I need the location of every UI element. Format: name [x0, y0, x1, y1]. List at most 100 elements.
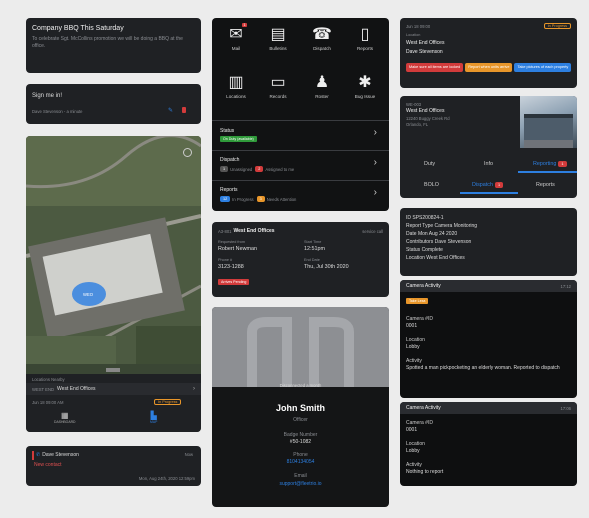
site-card: WE-003 West End Offices 12240 Buggy Cree… [400, 96, 577, 198]
map-card[interactable]: WEO Locations Nearby WEST END West End O… [26, 136, 201, 432]
shift-card[interactable]: Jun 18 09:00 In Progress Location West E… [400, 18, 577, 88]
visit-card[interactable]: A3-801 West End Offices service call Req… [212, 222, 389, 297]
visit-service-call: service call [362, 229, 383, 234]
nav-dashboard[interactable]: ▦ DASHBOARD [54, 411, 75, 425]
report-status: Status Complete [406, 247, 443, 253]
dispatch-title: Dispatch [220, 157, 240, 163]
tab-info[interactable]: Info [484, 161, 493, 167]
menu-bug-issue[interactable]: ✱ Bug Issue [345, 74, 385, 99]
menu-roster[interactable]: ♟ Roster [302, 74, 342, 99]
shift-tag: Make sure all items are locked [406, 63, 464, 72]
locations-nearby-label: Locations Nearby [32, 377, 65, 382]
shift-location: West End Offices [406, 40, 445, 46]
signin-card[interactable]: Sign me in! Dave Stevenson - a minute ✎ [26, 84, 201, 124]
activity-card[interactable]: Camera Activity 17:06 Camera #ID 0001 Lo… [400, 402, 577, 486]
activity-location: Lobby [406, 344, 420, 350]
dispatch-icon: ☎ [312, 26, 332, 43]
message-sender: Dave Stevenson [42, 452, 79, 458]
location-row[interactable]: WEST END West End Offices › [26, 383, 201, 395]
message-time: Now [184, 452, 193, 457]
chevron-right-icon: › [193, 386, 195, 392]
tab-reports[interactable]: Reports [536, 182, 555, 188]
announcement-card[interactable]: Company BBQ This Saturday To celebrate S… [26, 18, 201, 73]
dispatch-row[interactable]: Dispatch 1 Unassigned 2 Assigned to me › [212, 150, 389, 180]
message-card[interactable]: ✆ Dave Stevenson Now New contact Mon, Au… [26, 446, 201, 486]
shift-status-badge: In Progress [154, 399, 182, 405]
records-icon: ▭ [270, 74, 286, 91]
grid-icon: ▦ [60, 411, 69, 420]
roster-icon: ♟ [314, 74, 330, 91]
signin-cancel-icon[interactable] [182, 107, 186, 113]
compass-icon[interactable] [183, 148, 192, 157]
main-menu-card: ✉ 1 Mail ▤ Bulletins ☎ Dispatch ▯ Report… [212, 18, 389, 211]
mail-badge: 1 [242, 23, 248, 27]
signin-action-icon[interactable]: ✎ [168, 107, 173, 114]
activity-camera: 0001 [406, 323, 418, 329]
dispatch-badge: 1 [494, 182, 504, 188]
nav-map[interactable]: ▙ MAP [150, 412, 157, 425]
shift-officer: Dave Stevenson [406, 49, 443, 55]
dispatch-assigned-count: 2 [255, 166, 264, 172]
chevron-right-icon: › [373, 187, 377, 198]
announcement-body: To celebrate Sgt. McCollins promotion we… [32, 36, 183, 49]
shift-tag: Take pictures of each property [514, 63, 572, 72]
activity-title: Camera Activity [406, 405, 441, 411]
location-name: West End Offices [57, 386, 96, 392]
activity-description: Nothing to report [406, 469, 444, 475]
chevron-right-icon: › [373, 127, 377, 138]
shift-status-badge: In Progress [543, 23, 571, 29]
activity-description: Spotted a man pickpocketing an elderly w… [406, 365, 560, 371]
visit-start-time: 12:51pm [304, 246, 325, 252]
activity-card[interactable]: Camera Activity 17:12 Take Lexa Camera #… [400, 280, 577, 398]
message-date: Mon, Aug 24th, 2020 12:59pm [138, 476, 195, 481]
status-row[interactable]: Status On Duty (available) › [212, 120, 389, 150]
tab-bolo[interactable]: BOLO [424, 182, 439, 188]
shift-time: Jun 18 09:00 AM [32, 400, 64, 405]
visit-status-badge: Arrives Pending [218, 279, 250, 285]
activity-time: 17:06 [560, 406, 571, 411]
menu-records[interactable]: ▭ Records [258, 74, 298, 99]
site-photo [520, 96, 577, 148]
chevron-right-icon: › [373, 157, 377, 168]
activity-tag: Take Lexa [406, 298, 429, 304]
signin-title: Sign me in! [32, 93, 63, 99]
map-marker-label: WEO [83, 292, 94, 297]
menu-locations[interactable]: ▥ Locations [216, 74, 256, 99]
message-sender-row: ✆ Dave Stevenson [36, 452, 79, 458]
profile-card[interactable]: Disconnected a month John Smith Officer … [212, 307, 389, 507]
tab-reporting[interactable]: Reporting 1 [533, 161, 569, 167]
activity-time: 17:12 [560, 284, 571, 289]
menu-mail[interactable]: ✉ 1 Mail [216, 23, 256, 51]
profile-phone-link[interactable]: 8104134054 [212, 459, 389, 465]
menu-dispatch[interactable]: ☎ Dispatch [302, 26, 342, 51]
report-date: Date Mon Aug 24 2020 [406, 231, 458, 237]
profile-email-link[interactable]: support@fleetrio.io [212, 481, 389, 487]
shift-time: Jun 18 09:00 [406, 24, 431, 29]
site-id: WE-003 [406, 102, 422, 107]
satellite-map[interactable] [26, 136, 201, 364]
profile-banner-text: Disconnected a month [279, 383, 322, 388]
reports-in-progress-count: 12 [220, 196, 231, 202]
visit-location: West End Offices [233, 228, 275, 234]
visit-date: Thu, Jul 30th 2020 [304, 264, 349, 270]
building-icon: ▥ [228, 74, 244, 91]
menu-bulletins[interactable]: ▤ Bulletins [258, 26, 298, 51]
profile-banner [212, 307, 389, 387]
status-title: Status [220, 128, 235, 134]
reports-row[interactable]: Reports 12 In Progress 3 Needs Attention… [212, 180, 389, 211]
signin-user: Dave Stevenson - a minute [32, 109, 83, 114]
report-type: Report Type Camera Monitoring [406, 223, 478, 229]
tab-dispatch[interactable]: Dispatch 1 [472, 182, 505, 188]
report-contributor: Contributors Dave Stevenson [406, 239, 472, 245]
profile-role: Officer [293, 417, 308, 423]
visit-phone: 3123-1288 [218, 264, 244, 270]
activity-title: Camera Activity [406, 283, 441, 289]
menu-reports[interactable]: ▯ Reports [345, 26, 385, 51]
tab-duty[interactable]: Duty [424, 161, 435, 167]
bulletin-icon: ▤ [270, 26, 286, 43]
report-location: Location West End Offices [406, 255, 465, 261]
reporting-badge: 1 [558, 161, 567, 167]
map-drawer-handle[interactable] [106, 368, 120, 370]
site-city: Orlando, FL [406, 122, 429, 127]
profile-name: John Smith [276, 403, 325, 413]
